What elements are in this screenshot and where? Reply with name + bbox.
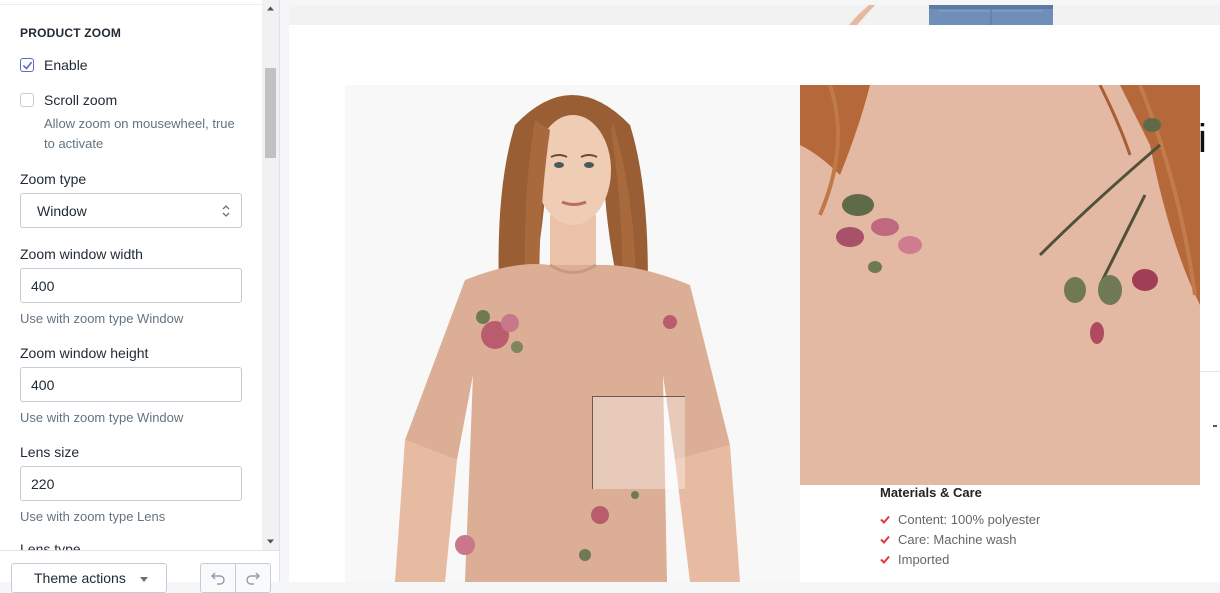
lens-size-input[interactable]: 220 xyxy=(20,466,242,501)
model-photo xyxy=(345,85,800,582)
panel-footer: Theme actions xyxy=(0,550,279,593)
panel-scrollbar[interactable] xyxy=(262,0,279,550)
zoomed-fabric-image xyxy=(800,85,1200,485)
materials-care-title: Materials & Care xyxy=(880,485,982,500)
previous-section-strip xyxy=(289,5,1220,25)
scroll-zoom-label: Scroll zoom xyxy=(44,92,118,108)
list-item-text: Content: 100% polyester xyxy=(898,511,1041,527)
zoom-window-width-help: Use with zoom type Window xyxy=(20,311,184,326)
lens-size-value: 220 xyxy=(31,475,55,492)
lens-type-label: Lens type xyxy=(20,541,81,550)
section-title: PRODUCT ZOOM xyxy=(20,26,122,40)
chevron-down-icon xyxy=(140,577,148,582)
product-title-fragment: i xyxy=(1198,117,1207,161)
zoom-window-width-label: Zoom window width xyxy=(20,246,143,262)
check-icon xyxy=(880,535,890,544)
lens-size-help: Use with zoom type Lens xyxy=(20,509,166,524)
arrow-down-icon xyxy=(267,539,274,544)
settings-panel: PRODUCT ZOOM Enable Scroll zoom Allow zo… xyxy=(0,0,280,593)
undo-icon xyxy=(211,572,225,585)
scroll-up-button[interactable] xyxy=(262,0,279,17)
zoom-lens[interactable] xyxy=(592,396,685,489)
theme-actions-button[interactable]: Theme actions xyxy=(11,563,167,593)
zoom-window-height-value: 400 xyxy=(31,376,55,393)
model-legs-image xyxy=(849,5,1053,25)
list-item: Care: Machine wash xyxy=(880,529,1040,549)
list-item: Content: 100% polyester xyxy=(880,509,1040,529)
scroll-down-button[interactable] xyxy=(262,533,279,550)
enable-label: Enable xyxy=(44,57,88,73)
zoom-window xyxy=(800,85,1200,485)
divider xyxy=(1200,371,1220,372)
redo-icon xyxy=(246,572,260,585)
undo-button[interactable] xyxy=(201,564,235,592)
list-item-text: Care: Machine wash xyxy=(898,531,1017,547)
scroll-zoom-checkbox-row[interactable]: Scroll zoom xyxy=(20,92,117,108)
enable-checkbox[interactable] xyxy=(20,58,34,72)
redo-button[interactable] xyxy=(235,564,270,592)
scroll-zoom-checkbox[interactable] xyxy=(20,93,34,107)
select-caret-icon xyxy=(222,205,230,217)
product-image[interactable] xyxy=(345,85,800,582)
enable-checkbox-row[interactable]: Enable xyxy=(20,57,88,73)
check-icon xyxy=(880,515,890,524)
scroll-thumb[interactable] xyxy=(265,68,276,158)
lens-size-label: Lens size xyxy=(20,444,80,460)
checkmark-icon xyxy=(22,61,32,69)
materials-list: Content: 100% polyester Care: Machine wa… xyxy=(880,509,1040,569)
zoom-type-value: Window xyxy=(37,202,87,219)
materials-care-section: Materials & Care Content: 100% polyester… xyxy=(880,485,1040,569)
check-icon xyxy=(880,555,890,564)
zoom-window-height-help: Use with zoom type Window xyxy=(20,410,184,425)
zoom-window-width-input[interactable]: 400 xyxy=(20,268,242,303)
theme-actions-label: Theme actions xyxy=(34,570,126,586)
settings-scroll-area: PRODUCT ZOOM Enable Scroll zoom Allow zo… xyxy=(0,0,262,550)
list-item-text: Imported xyxy=(898,551,950,567)
zoom-window-height-label: Zoom window height xyxy=(20,345,149,361)
zoom-window-height-input[interactable]: 400 xyxy=(20,367,242,402)
undo-redo-group xyxy=(200,563,271,593)
theme-preview: i Materials & Care Content: 100% polyest… xyxy=(289,5,1220,582)
scroll-zoom-help: Allow zoom on mousewheel, true to activa… xyxy=(44,116,235,151)
zoom-type-label: Zoom type xyxy=(20,171,87,187)
zoom-window-width-value: 400 xyxy=(31,277,55,294)
zoom-type-select[interactable]: Window xyxy=(20,193,242,228)
arrow-up-icon xyxy=(267,6,274,11)
list-item: Imported xyxy=(880,549,1040,569)
divider xyxy=(1213,425,1217,427)
